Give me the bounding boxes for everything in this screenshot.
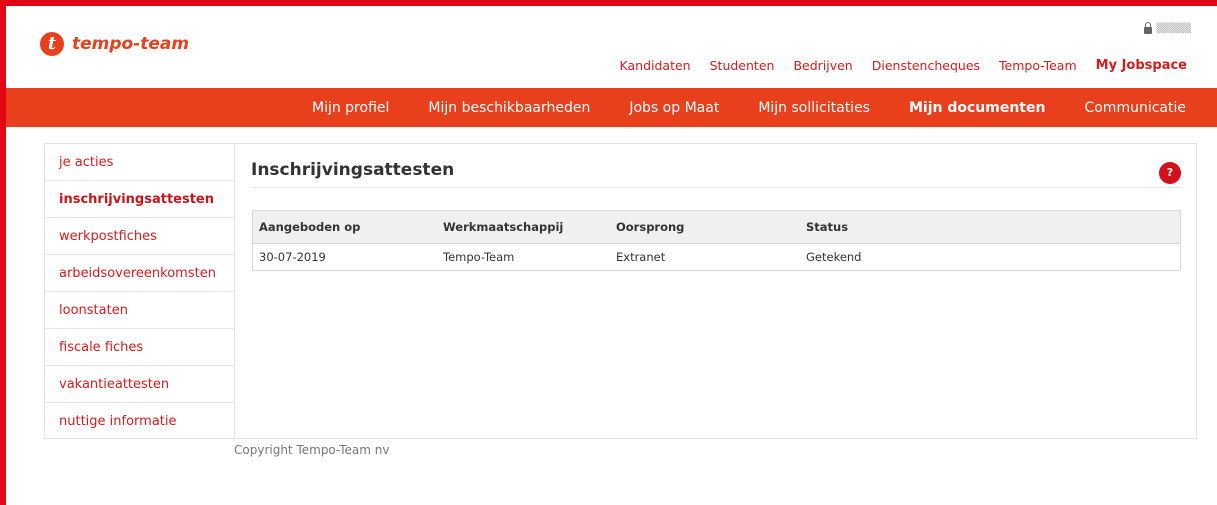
main-nav-mijn-documenten[interactable]: Mijn documenten xyxy=(909,100,1045,116)
sidebar-item-vakantieattesten[interactable]: vakantieattesten xyxy=(45,366,234,403)
cell-aangeboden-op: 30-07-2019 xyxy=(259,250,326,264)
column-header-werkmaatschappij[interactable]: Werkmaatschappij xyxy=(437,220,610,234)
top-nav-bedrijven[interactable]: Bedrijven xyxy=(793,58,852,73)
top-nav-studenten[interactable]: Studenten xyxy=(710,58,775,73)
main-nav-communicatie[interactable]: Communicatie xyxy=(1084,100,1186,116)
site-header: t tempo-team ▒▒▒▒▒ Kandidaten Studenten … xyxy=(6,6,1217,88)
footer-copyright: Copyright Tempo-Team nv xyxy=(234,443,390,457)
table-row[interactable]: 30-07-2019 Tempo-Team Extranet Getekend xyxy=(253,244,1180,270)
main-nav-mijn-sollicitaties[interactable]: Mijn sollicitaties xyxy=(758,100,870,116)
column-header-aangeboden-op[interactable]: Aangeboden op xyxy=(253,220,437,234)
cell-oorsprong: Extranet xyxy=(616,250,666,264)
top-nav-my-jobspace[interactable]: My Jobspace xyxy=(1096,58,1187,73)
main-nav-mijn-beschikbaarheden[interactable]: Mijn beschikbaarheden xyxy=(428,100,590,116)
column-header-oorsprong[interactable]: Oorsprong xyxy=(610,220,800,234)
help-icon[interactable]: ? xyxy=(1159,162,1181,184)
login-status[interactable]: ▒▒▒▒▒ xyxy=(1144,22,1191,34)
sidebar-item-inschrijvingsattesten[interactable]: inschrijvingsattesten xyxy=(45,181,234,218)
content-panel: je acties inschrijvingsattesten werkpost… xyxy=(44,143,1197,439)
top-nav: Kandidaten Studenten Bedrijven Dienstenc… xyxy=(601,58,1187,73)
sidebar-item-arbeidsovereenkomsten[interactable]: arbeidsovereenkomsten xyxy=(45,255,234,292)
sidebar-item-loonstaten[interactable]: loonstaten xyxy=(45,292,234,329)
top-nav-dienstencheques[interactable]: Dienstencheques xyxy=(872,58,980,73)
cell-status: Getekend xyxy=(806,250,862,264)
main-nav-bar: Mijn profiel Mijn beschikbaarheden Jobs … xyxy=(6,88,1217,127)
top-nav-kandidaten[interactable]: Kandidaten xyxy=(620,58,691,73)
top-nav-tempo-team[interactable]: Tempo-Team xyxy=(999,58,1077,73)
main-content: Inschrijvingsattesten ? Aangeboden op We… xyxy=(235,144,1196,438)
sidebar-item-werkpostfiches[interactable]: werkpostfiches xyxy=(45,218,234,255)
brand-logo[interactable]: t tempo-team xyxy=(40,32,189,56)
brand-name: tempo-team xyxy=(72,34,190,54)
sidebar-item-nuttige-informatie[interactable]: nuttige informatie xyxy=(45,403,234,440)
sidebar-item-fiscale-fiches[interactable]: fiscale fiches xyxy=(45,329,234,366)
column-header-status[interactable]: Status xyxy=(800,220,1180,234)
main-nav-jobs-op-maat[interactable]: Jobs op Maat xyxy=(629,100,719,116)
username-label: ▒▒▒▒▒ xyxy=(1156,24,1191,34)
sidebar-item-je-acties[interactable]: je acties xyxy=(45,144,234,181)
attestations-table: Aangeboden op Werkmaatschappij Oorsprong… xyxy=(252,210,1181,271)
cell-werkmaatschappij: Tempo-Team xyxy=(443,250,515,264)
tempo-team-logo-icon: t xyxy=(40,32,64,56)
table-header-row: Aangeboden op Werkmaatschappij Oorsprong… xyxy=(253,211,1180,244)
title-divider xyxy=(251,187,1180,188)
lock-icon xyxy=(1144,22,1153,34)
documents-sidebar: je acties inschrijvingsattesten werkpost… xyxy=(45,144,235,438)
main-nav-mijn-profiel[interactable]: Mijn profiel xyxy=(312,100,389,116)
page-title: Inschrijvingsattesten xyxy=(251,160,455,180)
